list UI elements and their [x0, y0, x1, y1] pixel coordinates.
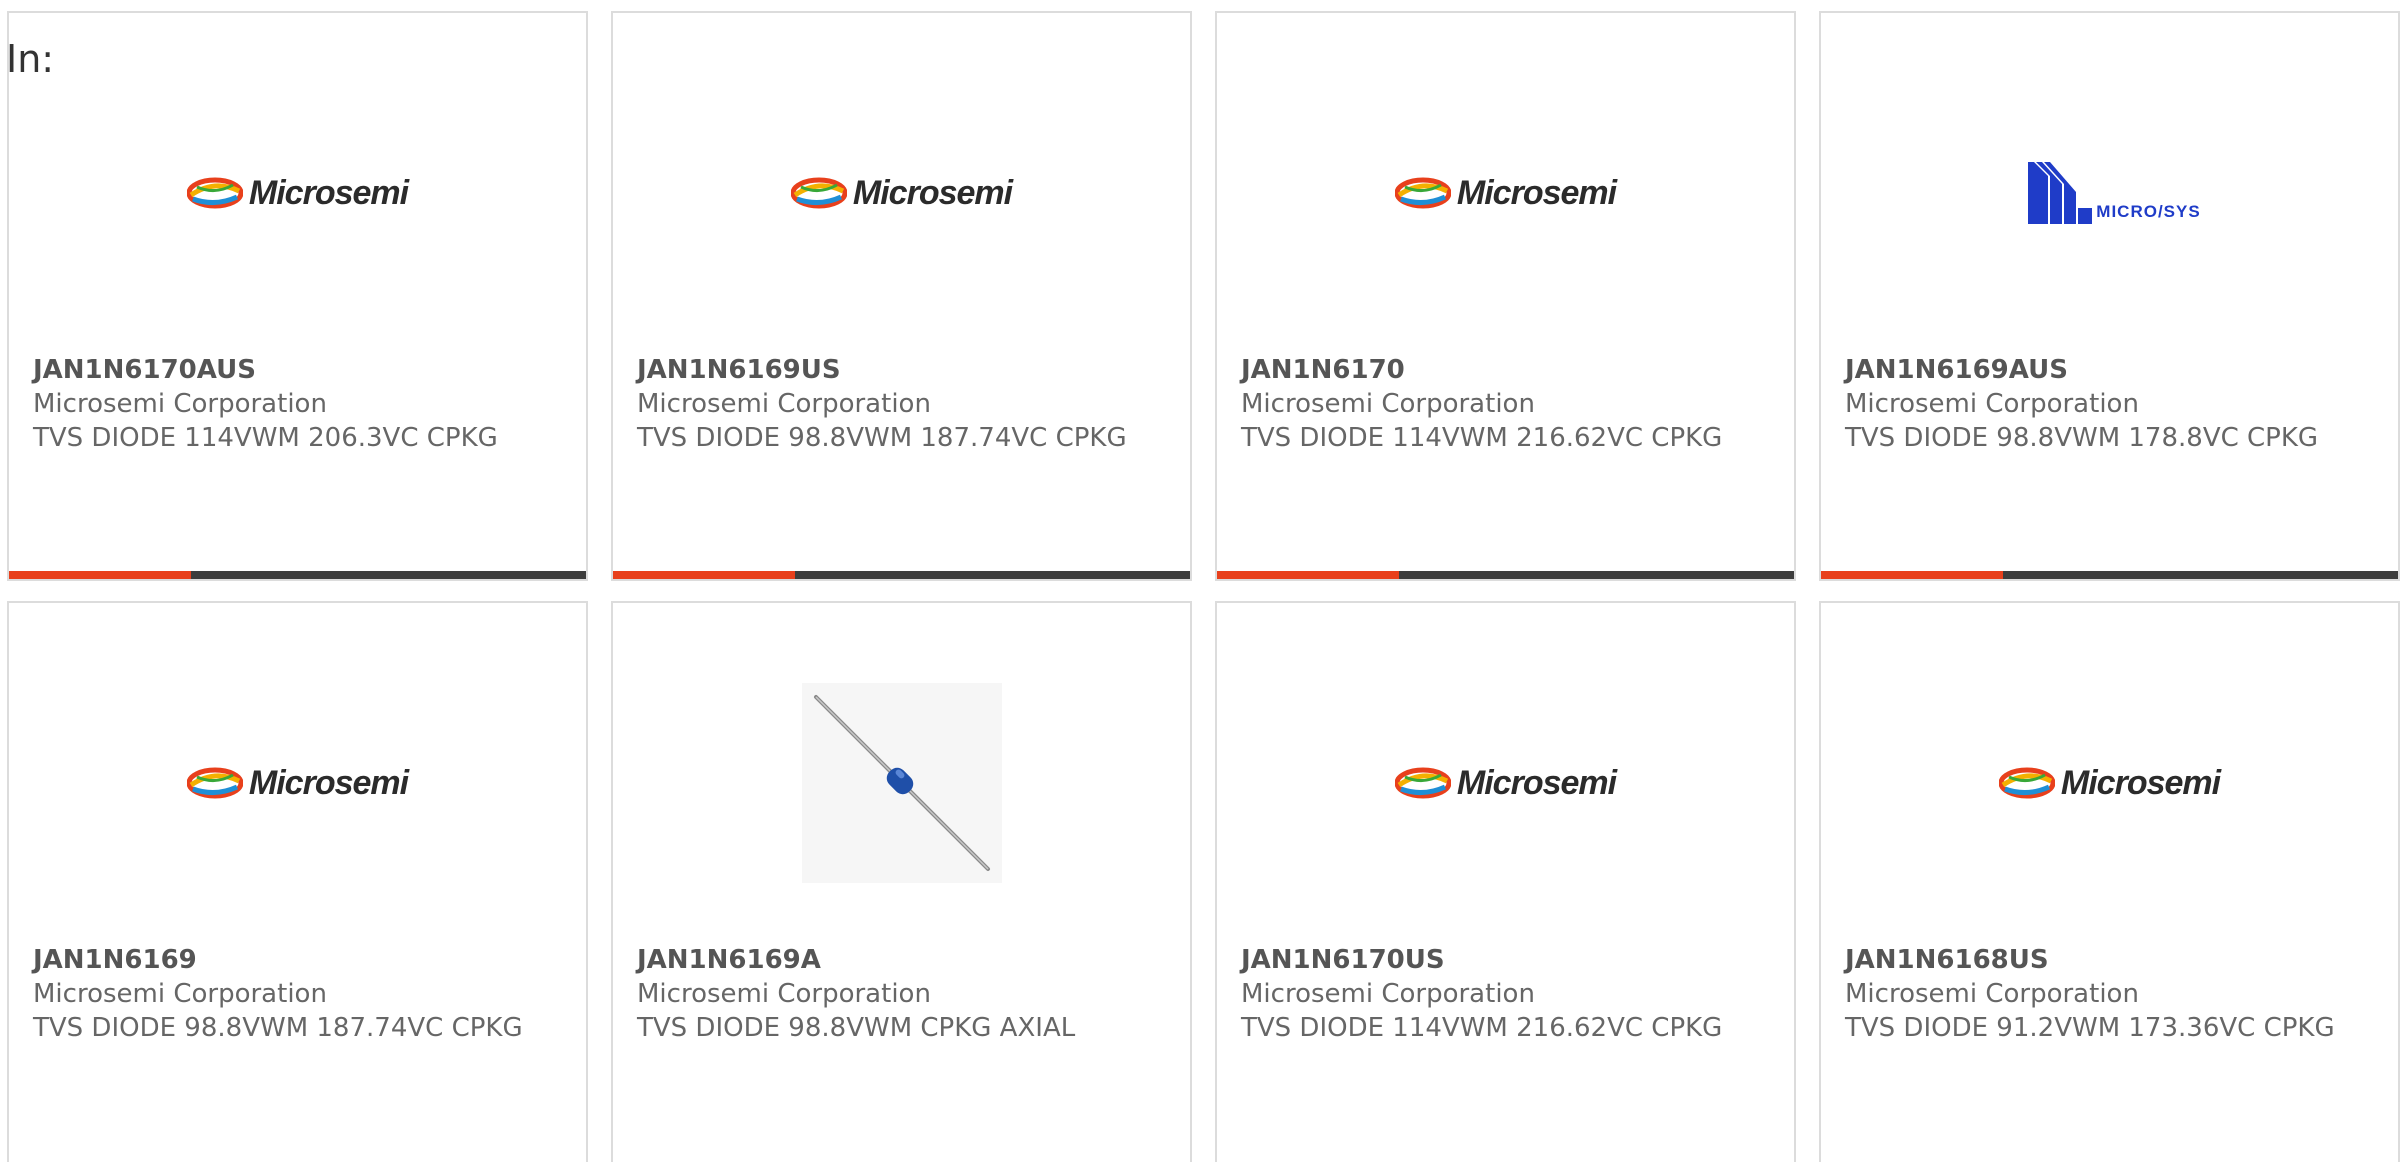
manufacturer: Microsemi Corporation: [637, 979, 931, 1009]
microsys-mark-icon: [2028, 162, 2093, 224]
microsemi-swirl-icon: [1998, 767, 2055, 799]
manufacturer: Microsemi Corporation: [637, 389, 931, 419]
manufacturer: Microsemi Corporation: [1845, 389, 2139, 419]
product-card[interactable]: Microsemi JAN1N6170US Microsemi Corporat…: [1215, 601, 1796, 1162]
product-card[interactable]: Microsemi JAN1N6170 Microsemi Corporatio…: [1215, 11, 1796, 581]
product-image: Microsemi: [9, 663, 586, 903]
product-image: Microsemi: [1217, 663, 1794, 903]
product-image: Microsemi: [613, 73, 1190, 313]
part-number[interactable]: JAN1N6169: [33, 943, 566, 977]
product-description: TVS DIODE 114VWM 206.3VC CPKG: [33, 423, 498, 453]
product-card[interactable]: Microsemi JAN1N6169US Microsemi Corporat…: [611, 11, 1192, 581]
microsemi-swirl-icon: [1394, 177, 1451, 209]
microsemi-logo: Microsemi: [1394, 764, 1617, 803]
product-card[interactable]: Microsemi JAN1N6169 Microsemi Corporatio…: [7, 601, 588, 1162]
product-image: Microsemi: [9, 73, 586, 313]
product-description: TVS DIODE 114VWM 216.62VC CPKG: [1241, 423, 1723, 453]
product-card[interactable]: Microsemi JAN1N6170AUS Microsemi Corpora…: [7, 11, 588, 581]
microsemi-swirl-icon: [790, 177, 847, 209]
part-number[interactable]: JAN1N6169AUS: [1845, 353, 2378, 387]
card-accent-bar: [1821, 571, 2398, 579]
product-description: TVS DIODE 114VWM 216.62VC CPKG: [1241, 1013, 1723, 1043]
product-info: JAN1N6169US Microsemi Corporation TVS DI…: [637, 353, 1170, 455]
product-grid-page: In: Microsemi JAN1N6170AUS Microsemi Cor…: [0, 0, 2400, 1162]
microsemi-logo: Microsemi: [790, 174, 1013, 213]
microsemi-swirl-icon: [186, 767, 243, 799]
product-description: TVS DIODE 98.8VWM 187.74VC CPKG: [637, 423, 1127, 453]
microsemi-logo: Microsemi: [1998, 764, 2221, 803]
card-accent-bar: [9, 571, 586, 579]
part-number[interactable]: JAN1N6169A: [637, 943, 1170, 977]
axial-diode-photo: [801, 683, 1002, 883]
product-image: Microsemi: [1821, 663, 2398, 903]
product-card[interactable]: MICRO/SYS JAN1N6169AUS Microsemi Corpora…: [1819, 11, 2400, 581]
manufacturer: Microsemi Corporation: [1845, 979, 2139, 1009]
product-info: JAN1N6170US Microsemi Corporation TVS DI…: [1241, 943, 1774, 1045]
microsemi-logo: Microsemi: [1394, 174, 1617, 213]
product-info: JAN1N6169AUS Microsemi Corporation TVS D…: [1845, 353, 2378, 455]
card-accent-bar: [1217, 571, 1794, 579]
microsemi-swirl-icon: [1394, 767, 1451, 799]
product-info: JAN1N6168US Microsemi Corporation TVS DI…: [1845, 943, 2378, 1045]
microsemi-swirl-icon: [186, 177, 243, 209]
product-description: TVS DIODE 91.2VWM 173.36VC CPKG: [1845, 1013, 2335, 1043]
product-card[interactable]: JAN1N6169A Microsemi Corporation TVS DIO…: [611, 601, 1192, 1162]
microsys-logo: MICRO/SYS: [2028, 162, 2200, 224]
microsemi-logo: Microsemi: [186, 764, 409, 803]
product-description: TVS DIODE 98.8VWM 187.74VC CPKG: [33, 1013, 523, 1043]
part-number[interactable]: JAN1N6170AUS: [33, 353, 566, 387]
manufacturer: Microsemi Corporation: [33, 979, 327, 1009]
product-image: Microsemi: [1217, 73, 1794, 313]
product-info: JAN1N6170 Microsemi Corporation TVS DIOD…: [1241, 353, 1774, 455]
product-info: JAN1N6169 Microsemi Corporation TVS DIOD…: [33, 943, 566, 1045]
product-image: [613, 663, 1190, 903]
product-description: TVS DIODE 98.8VWM CPKG AXIAL: [637, 1013, 1076, 1043]
product-info: JAN1N6169A Microsemi Corporation TVS DIO…: [637, 943, 1170, 1045]
card-accent-bar: [613, 571, 1190, 579]
product-image: MICRO/SYS: [1821, 73, 2398, 313]
product-grid: Microsemi JAN1N6170AUS Microsemi Corpora…: [7, 11, 2400, 1162]
product-info: JAN1N6170AUS Microsemi Corporation TVS D…: [33, 353, 566, 455]
product-card[interactable]: Microsemi JAN1N6168US Microsemi Corporat…: [1819, 601, 2400, 1162]
manufacturer: Microsemi Corporation: [33, 389, 327, 419]
filter-label: In:: [6, 37, 55, 81]
manufacturer: Microsemi Corporation: [1241, 979, 1535, 1009]
microsemi-logo: Microsemi: [186, 174, 409, 213]
part-number[interactable]: JAN1N6170: [1241, 353, 1774, 387]
part-number[interactable]: JAN1N6169US: [637, 353, 1170, 387]
part-number[interactable]: JAN1N6168US: [1845, 943, 2378, 977]
product-description: TVS DIODE 98.8VWM 178.8VC CPKG: [1845, 423, 2319, 453]
part-number[interactable]: JAN1N6170US: [1241, 943, 1774, 977]
manufacturer: Microsemi Corporation: [1241, 389, 1535, 419]
